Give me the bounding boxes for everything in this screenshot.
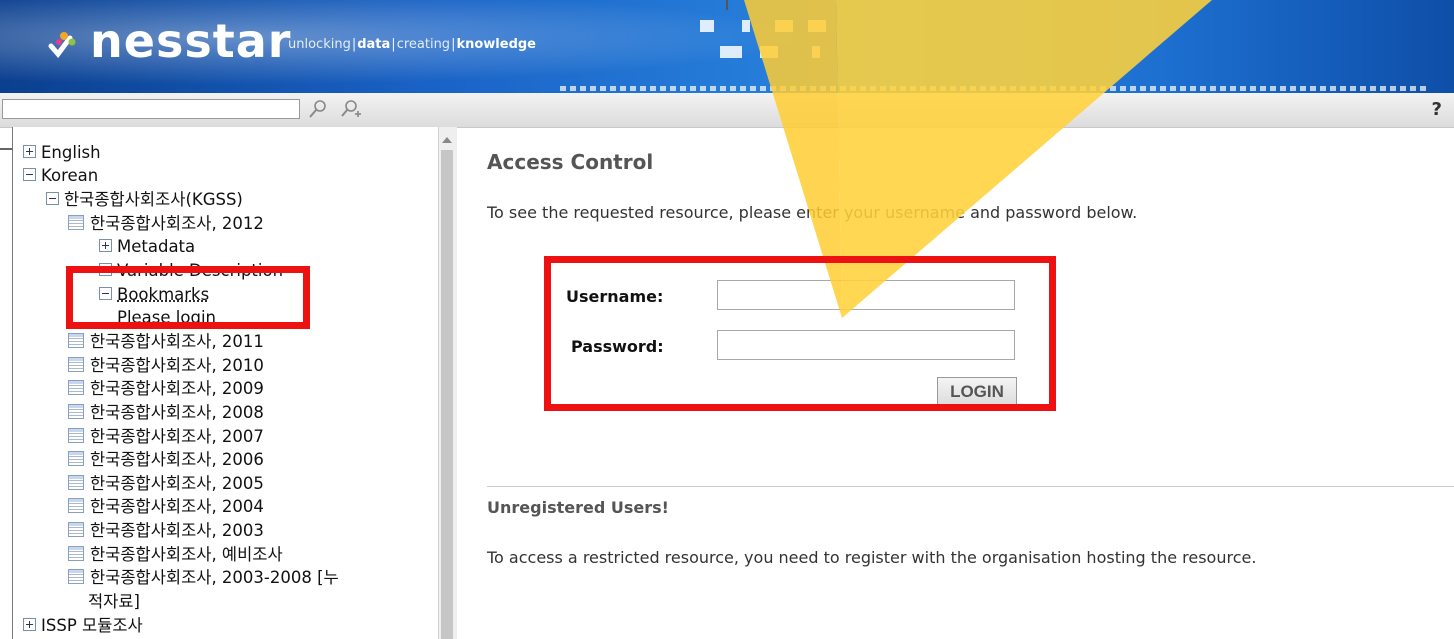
tree-node-label: English — [41, 143, 101, 162]
search-icon[interactable] — [306, 97, 330, 121]
collapse-icon[interactable] — [46, 192, 59, 205]
tree-node-label: 한국종합사회조사, 2003-2008 [누 — [90, 568, 339, 587]
tree-node-label: 한국종합사회조사, 예비조사 — [90, 545, 283, 564]
tree-node-dataset-2005[interactable]: 한국종합사회조사, 2005 — [68, 474, 264, 494]
tree-node-label: 한국종합사회조사(KGSS) — [64, 190, 243, 209]
navigation-tree: English Korean 한국종합사회조사(KGSS) 한국종합사회조사, … — [12, 127, 439, 639]
section-divider — [487, 486, 1454, 487]
dataset-icon — [68, 428, 84, 443]
header-banner: nesstar unlocking|data|creating|knowledg… — [0, 0, 1454, 93]
brand-tagline: unlocking|data|creating|knowledge — [288, 37, 536, 52]
dataset-icon — [68, 451, 84, 466]
tagline-word: knowledge — [456, 37, 536, 52]
registration-note: To access a restricted resource, you nee… — [487, 548, 1257, 567]
tree-node-dataset-2008[interactable]: 한국종합사회조사, 2008 — [68, 403, 264, 423]
dataset-icon — [68, 522, 84, 537]
tree-node-dataset-2012[interactable]: 한국종합사회조사, 2012 — [68, 214, 264, 234]
tree-node-dataset-pilot[interactable]: 한국종합사회조사, 예비조사 — [68, 545, 283, 565]
tree-node-label: Metadata — [117, 237, 196, 256]
tree-node-korean[interactable]: Korean — [23, 166, 98, 186]
expand-icon[interactable] — [23, 618, 36, 631]
tree-node-label-continuation: 적자료] — [88, 592, 140, 612]
banner-pixel-block — [760, 46, 778, 58]
banner-pixel-block — [742, 20, 750, 32]
banner-stripe — [560, 86, 1430, 91]
collapse-icon[interactable] — [23, 168, 36, 181]
tree-node-dataset-2011[interactable]: 한국종합사회조사, 2011 — [68, 332, 264, 352]
dataset-icon — [68, 498, 84, 513]
dataset-icon — [68, 333, 84, 348]
dataset-icon — [68, 357, 84, 372]
tree-node-dataset-2010[interactable]: 한국종합사회조사, 2010 — [68, 356, 264, 376]
page-title: Access Control — [487, 150, 654, 174]
scroll-up-arrow-icon[interactable] — [442, 137, 452, 143]
banner-pixel-block — [720, 46, 742, 58]
tree-node-label: ISSP 모듈조사 — [41, 616, 143, 635]
toolbar: ? — [0, 93, 1454, 128]
dataset-icon — [68, 569, 84, 584]
tree-node-label: 한국종합사회조사, 2012 — [90, 214, 264, 233]
tree-node-label: 적자료] — [88, 592, 140, 611]
highlight-box-login-form — [544, 256, 1056, 411]
nesstar-logo-icon — [48, 32, 76, 58]
tree-node-dataset-2003[interactable]: 한국종합사회조사, 2003 — [68, 521, 264, 541]
advanced-search-icon[interactable] — [338, 97, 362, 121]
login-instructions: To see the requested resource, please en… — [487, 203, 1138, 222]
help-icon[interactable]: ? — [1432, 99, 1442, 120]
tagline-word: creating — [396, 37, 451, 52]
tree-node-label: 한국종합사회조사, 2005 — [90, 474, 264, 493]
tree-node-issp[interactable]: ISSP 모듈조사 — [23, 616, 143, 636]
dataset-icon — [68, 215, 84, 230]
banner-pixel-block — [812, 46, 820, 58]
tree-node-label: 한국종합사회조사, 2004 — [90, 497, 264, 516]
tree-node-label: 한국종합사회조사, 2011 — [90, 332, 264, 351]
dataset-icon — [68, 380, 84, 395]
scrollbar-thumb[interactable] — [441, 150, 453, 639]
expand-icon[interactable] — [23, 145, 36, 158]
tree-node-metadata[interactable]: Metadata — [99, 237, 195, 257]
tree-node-dataset-2009[interactable]: 한국종합사회조사, 2009 — [68, 379, 264, 399]
tree-node-dataset-2006[interactable]: 한국종합사회조사, 2006 — [68, 450, 264, 470]
tree-node-label: 한국종합사회조사, 2007 — [90, 427, 264, 446]
connector-line — [0, 148, 12, 150]
tree-node-kgss[interactable]: 한국종합사회조사(KGSS) — [46, 190, 243, 210]
unregistered-heading: Unregistered Users! — [487, 498, 669, 517]
highlight-box-bookmarks — [66, 266, 310, 329]
banner-pixel-block — [700, 20, 714, 32]
tree-node-label: 한국종합사회조사, 2008 — [90, 403, 264, 422]
brand-name: nesstar — [90, 14, 292, 68]
tree-node-label: Korean — [41, 166, 99, 185]
tree-node-dataset-2007[interactable]: 한국종합사회조사, 2007 — [68, 427, 264, 447]
dataset-icon — [68, 546, 84, 561]
expand-icon[interactable] — [99, 239, 112, 252]
dataset-icon — [68, 404, 84, 419]
tree-node-label: 한국종합사회조사, 2009 — [90, 379, 264, 398]
dataset-icon — [68, 475, 84, 490]
tagline-word: data — [357, 37, 391, 52]
banner-pixel-block — [808, 20, 826, 32]
tagline-word: unlocking — [288, 37, 351, 52]
tree-node-label: 한국종합사회조사, 2003 — [90, 521, 264, 540]
tree-node-label: 한국종합사회조사, 2006 — [90, 450, 264, 469]
tree-node-dataset-2004[interactable]: 한국종합사회조사, 2004 — [68, 497, 264, 517]
tree-node-label: 한국종합사회조사, 2010 — [90, 356, 264, 375]
search-input[interactable] — [2, 99, 300, 119]
tree-node-dataset-cumulative[interactable]: 한국종합사회조사, 2003-2008 [누 — [68, 568, 339, 588]
tree-node-english[interactable]: English — [23, 143, 101, 163]
banner-divider — [726, 0, 728, 10]
banner-pixel-block — [775, 20, 793, 32]
